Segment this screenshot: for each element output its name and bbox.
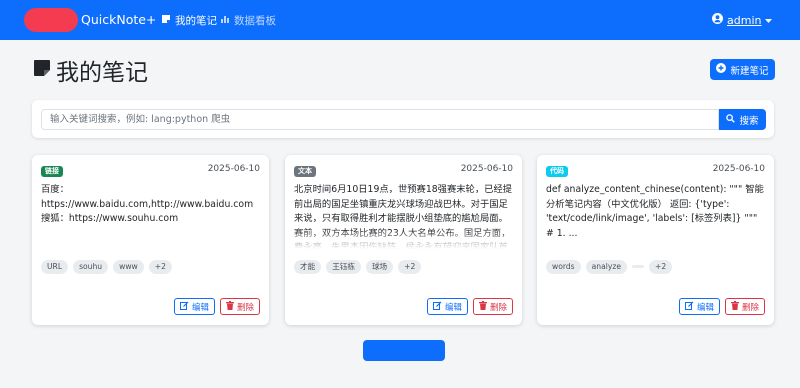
edit-icon [179,301,189,313]
delete-label: 删除 [236,302,254,313]
edit-button[interactable]: 编辑 [173,298,215,315]
trash-icon [225,300,234,313]
plus-circle-icon [716,63,727,76]
card-actions: 编辑 删除 [426,298,513,315]
page-title-text: 我的笔记 [56,60,148,86]
edit-icon [684,301,694,313]
tag[interactable]: www [113,260,144,274]
note-type-badge: 代码 [546,166,568,177]
tag[interactable]: URL [41,260,69,274]
delete-button[interactable]: 删除 [219,298,260,315]
edit-button[interactable]: 编辑 [426,298,468,315]
tag[interactable]: words [546,260,581,274]
nav-item-dashboard[interactable]: 数据看板 [220,13,276,28]
note-content: 北京时间6月10日19点，世预赛18强赛末轮，已经提前出局的国足坐镇重庆龙兴球场… [294,184,513,249]
new-note-button[interactable]: 新建笔记 [710,59,775,80]
new-note-label: 新建笔记 [730,65,769,77]
tag[interactable]: 才能 [294,260,322,274]
card-actions: 编辑 删除 [678,298,765,315]
nav-item-my-notes[interactable]: 我的笔记 [161,13,217,28]
edit-label: 编辑 [191,302,209,313]
note-type-badge: 文本 [294,166,316,177]
edit-icon [432,301,442,313]
tag-empty[interactable] [632,265,645,268]
note-date: 2025-06-10 [712,164,765,174]
note-date: 2025-06-10 [207,164,260,174]
note-content: 百度：https://www.baidu.com,http://www.baid… [41,184,254,224]
load-more-button[interactable] [363,340,445,361]
tag[interactable]: 球场 [365,260,394,274]
search-input[interactable] [41,109,719,130]
sticky-note-icon [32,58,52,82]
tag-more[interactable]: +2 [398,260,422,274]
edit-label: 编辑 [444,302,462,313]
user-icon [712,13,723,27]
search-button[interactable]: 搜索 [719,109,766,130]
brand-name[interactable]: QuickNote+ [81,12,156,27]
note-content: def analyze_content_chinese(content): ""… [546,184,764,239]
note-card[interactable]: 代码 2025-06-10 def analyze_content_chines… [537,155,774,325]
tag-more[interactable]: +2 [649,260,673,274]
tag[interactable]: 王钰栋 [326,260,361,274]
user-menu[interactable]: admin [712,13,773,27]
card-actions: 编辑 删除 [173,298,260,315]
delete-button[interactable]: 删除 [472,298,513,315]
search-icon [726,113,736,126]
nav-item-label: 数据看板 [234,15,276,27]
top-navbar: QuickNote+ 我的笔记 数据看板 admin [0,0,800,40]
trash-icon [730,300,739,313]
nav-item-label: 我的笔记 [175,15,217,27]
chart-icon [220,14,230,27]
search-button-label: 搜索 [739,115,759,127]
note-card[interactable]: 文本 2025-06-10 北京时间6月10日19点，世预赛18强赛末轮，已经提… [285,155,522,325]
delete-button[interactable]: 删除 [724,298,765,315]
tag[interactable]: souhu [73,260,109,274]
tag[interactable]: analyze [585,260,628,274]
trash-icon [478,300,487,313]
tag-list: 才能 王钰栋 球场 +2 [294,260,422,274]
note-date: 2025-06-10 [460,164,513,174]
caret-down-icon [765,14,773,27]
tag-list: URL souhu www +2 [41,260,172,274]
edit-label: 编辑 [696,302,714,313]
username: admin [727,13,762,27]
note-icon [161,14,171,27]
note-type-badge: 链接 [41,166,63,177]
delete-label: 删除 [741,302,759,313]
note-card[interactable]: 链接 2025-06-10 百度：https://www.baidu.com,h… [32,155,269,325]
edit-button[interactable]: 编辑 [678,298,720,315]
tag-list: words analyze +2 [546,260,673,274]
delete-label: 删除 [489,302,507,313]
brand-logo [24,8,78,32]
search-panel: 搜索 [32,100,774,138]
page-title: 我的笔记 [32,53,148,87]
tag-more[interactable]: +2 [148,260,172,274]
